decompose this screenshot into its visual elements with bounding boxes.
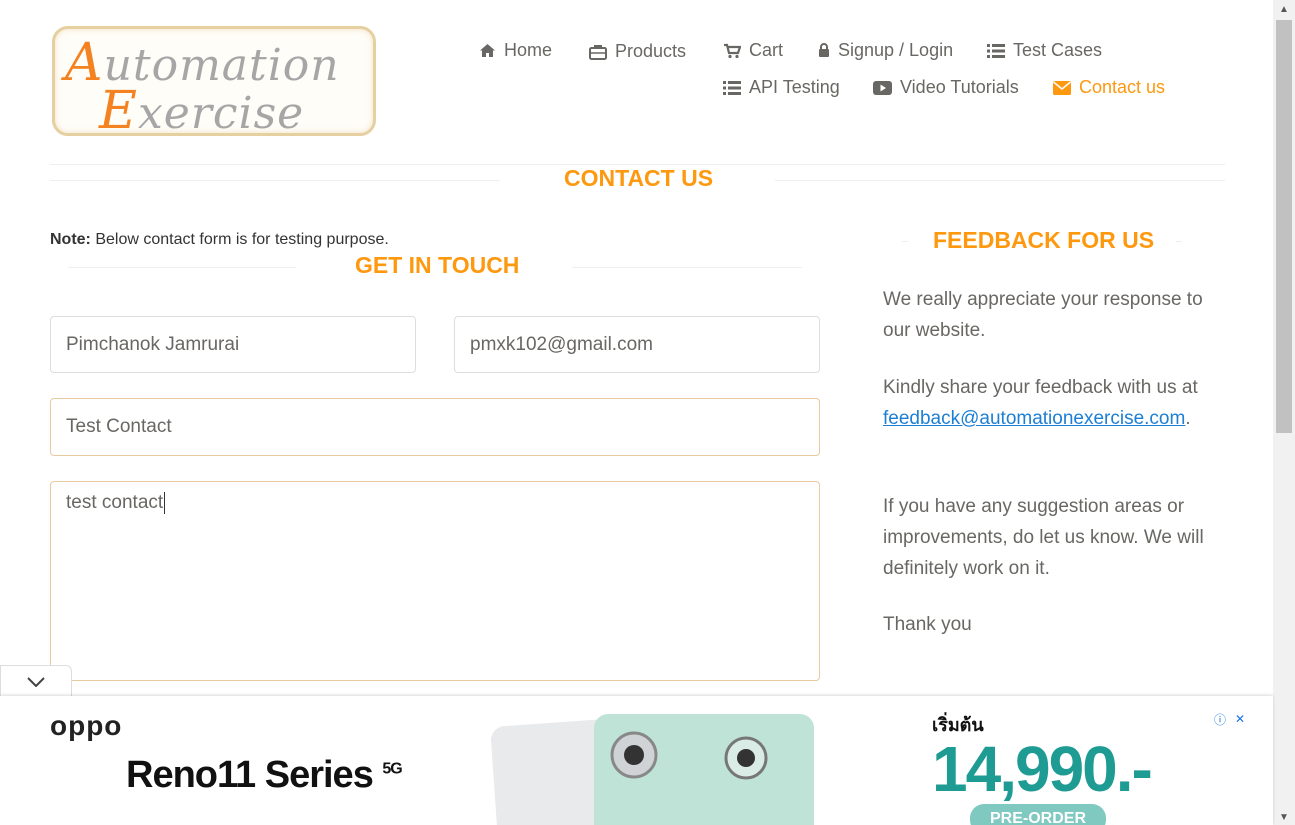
scroll-up-arrow-icon[interactable]: ▲ [1279, 4, 1289, 15]
list-icon [987, 43, 1005, 58]
message-textarea-value: test contact [66, 492, 164, 513]
ad-banner[interactable]: oppo Reno11 Series 5G เริ่มต้น 14,990.- … [0, 696, 1273, 825]
title-rule-right [775, 180, 1225, 181]
subject-input-value: Test Contact [66, 416, 172, 437]
ad-collapse-button[interactable] [0, 665, 72, 697]
nav-home[interactable]: Home [479, 40, 552, 61]
home-icon [480, 44, 495, 57]
feedback-paragraph-2: Kindly share your feedback with us at fe… [883, 377, 1198, 429]
scroll-down-arrow-icon[interactable]: ▼ [1279, 812, 1289, 823]
briefcase-icon [589, 44, 607, 60]
ad-phones-image [491, 714, 814, 825]
ad-price: 14,990.- [932, 733, 1153, 805]
nav-test-cases-label: Test Cases [1013, 40, 1103, 60]
feedback-paragraph-3: If you have any suggestion areas or impr… [883, 496, 1204, 579]
nav-cart[interactable]: Cart [723, 40, 783, 61]
nav-api-testing[interactable]: API Testing [723, 77, 840, 98]
feedback-paragraph-1: We really appreciate your response to ou… [883, 289, 1203, 341]
nav-home-label: Home [504, 40, 553, 60]
nav-test-cases[interactable]: Test Cases [987, 40, 1102, 61]
site-logo[interactable]: Automation Exercise [52, 26, 376, 141]
nav-api-testing-label: API Testing [749, 77, 840, 97]
get-in-touch-title: GET IN TOUCH [355, 252, 520, 278]
chevron-down-icon [27, 676, 45, 687]
nav-products-label: Products [615, 41, 687, 61]
nav-video-tutorials[interactable]: Video Tutorials [873, 77, 1019, 98]
get-in-touch-rule-left [68, 267, 296, 268]
email-input[interactable]: pmxk102@gmail.com [454, 316, 820, 373]
get-in-touch-rule-right [572, 267, 802, 268]
email-input-value: pmxk102@gmail.com [470, 333, 653, 355]
ad-product-name: Reno11 Series 5G [126, 754, 403, 796]
nav-products[interactable]: Products [589, 41, 686, 62]
text-caret [164, 492, 166, 514]
list-icon [723, 80, 741, 95]
nav-contact-us-label: Contact us [1079, 77, 1166, 97]
close-icon[interactable]: ✕ [1233, 712, 1247, 726]
page-scrollbar[interactable]: ▲ ▼ [1273, 0, 1295, 825]
nav-cart-label: Cart [749, 40, 784, 60]
feedback-paragraph-4: Thank you [883, 614, 972, 635]
subject-input[interactable]: Test Contact [50, 398, 820, 456]
envelope-icon [1053, 80, 1071, 95]
info-icon[interactable]: ⓘ [1213, 712, 1227, 727]
nav-video-tutorials-label: Video Tutorials [900, 77, 1019, 97]
scroll-thumb[interactable] [1276, 20, 1292, 433]
feedback-rule-left [902, 241, 908, 242]
ad-controls: ⓘ ✕ [1213, 712, 1247, 727]
name-input-value: Pimchanok Jamrurai [66, 333, 240, 355]
form-note: Note: Below contact form is for testing … [50, 231, 389, 248]
page-title: CONTACT US [564, 165, 714, 191]
feedback-rule-right [1176, 241, 1182, 242]
feedback-title: FEEDBACK FOR US [933, 227, 1155, 253]
title-rule-left [50, 180, 500, 181]
logo-line-2: Exercise [99, 81, 305, 141]
nav-signup-login[interactable]: Signup / Login [818, 40, 953, 61]
feedback-email-link[interactable]: feedback@automationexercise.com [883, 408, 1185, 429]
ad-brand: oppo [50, 710, 123, 741]
nav-signup-login-label: Signup / Login [838, 40, 954, 60]
youtube-icon [873, 80, 892, 95]
cart-icon [724, 43, 741, 58]
nav-contact-us[interactable]: Contact us [1053, 77, 1165, 98]
message-textarea[interactable]: test contact [50, 481, 820, 681]
ad-preorder-button[interactable]: PRE-ORDER [970, 804, 1106, 825]
name-input[interactable]: Pimchanok Jamrurai [50, 316, 416, 373]
lock-icon [819, 43, 829, 57]
